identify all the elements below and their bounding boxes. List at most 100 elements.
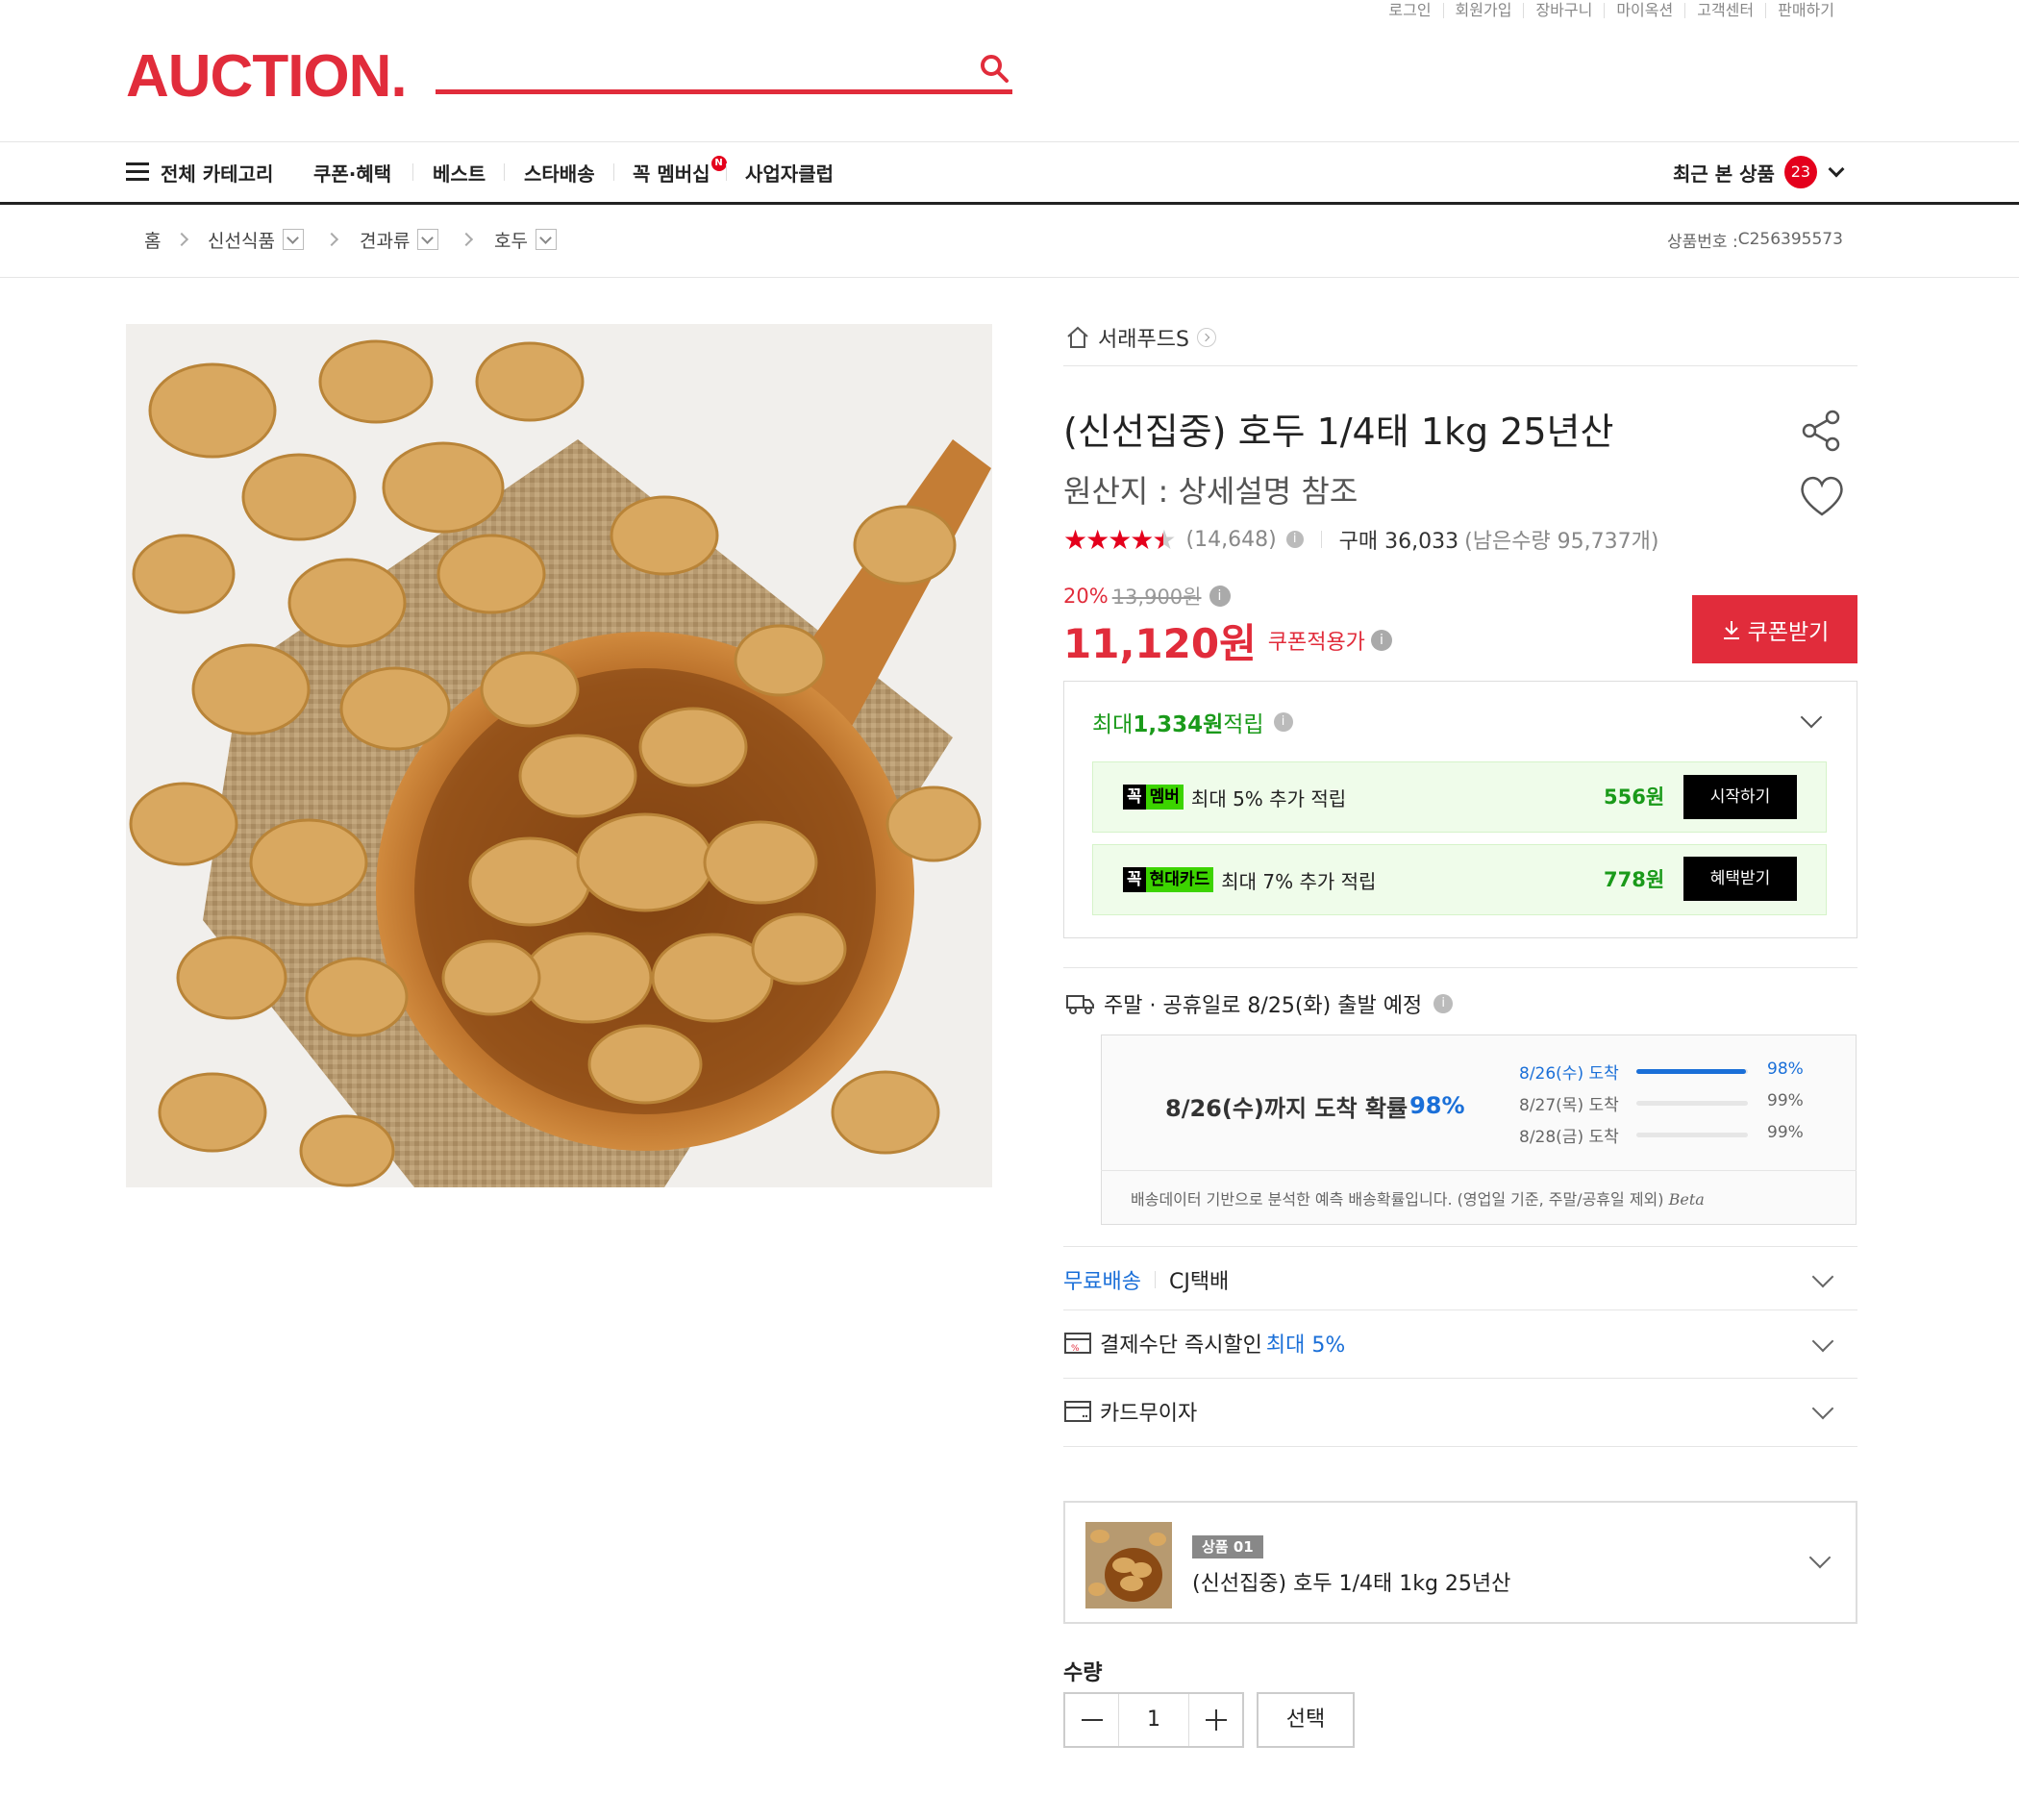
nav-membership-label: 꼭 멤버십	[633, 162, 710, 186]
points-summary[interactable]: 최대 1,334원 적립 i	[1092, 705, 1293, 739]
search-input[interactable]	[436, 50, 955, 87]
quantity-label: 수량	[1063, 1661, 1103, 1685]
chevron-down-icon	[1828, 161, 1845, 178]
recent-products-label: 최근 본 상품	[1673, 162, 1775, 186]
chevron-down-icon[interactable]	[1811, 1330, 1834, 1353]
breadcrumb-label: 호두	[494, 230, 528, 252]
delivery-note: 배송데이터 기반으로 분석한 예측 배송확률입니다. (영업일 기준, 주말/공…	[1131, 1190, 1705, 1209]
minus-icon	[1081, 1719, 1103, 1721]
discount-rate: 20%	[1063, 585, 1109, 608]
breadcrumb-home[interactable]: 홈	[144, 205, 161, 274]
arrival-bar-track	[1636, 1069, 1748, 1074]
search-bar	[436, 50, 1012, 94]
seller-link[interactable]: 서래푸드S	[1065, 322, 1216, 353]
search-icon[interactable]	[978, 52, 1010, 85]
signup-link[interactable]: 회원가입	[1442, 3, 1524, 18]
free-shipping-label: 무료배송	[1063, 1270, 1141, 1294]
arrival-bar-track	[1636, 1101, 1748, 1106]
nav-business-club[interactable]: 사업자클럽	[745, 142, 834, 202]
installment-row[interactable]: 카드무이자	[1063, 1395, 1197, 1428]
plus-icon	[1205, 1709, 1227, 1731]
info-icon[interactable]: i	[1285, 531, 1304, 548]
select-button[interactable]: 선택	[1257, 1692, 1355, 1748]
arrival-row-pct: 99%	[1767, 1091, 1804, 1110]
login-link[interactable]: 로그인	[1377, 3, 1442, 18]
credit-card-icon	[1064, 1401, 1091, 1422]
chevron-right-icon	[324, 232, 339, 247]
cart-link[interactable]: 장바구니	[1523, 3, 1604, 18]
minus-button[interactable]	[1065, 1694, 1119, 1746]
rating-row: ★★★★★ (14,648) i 구매 36,033 (남은수량 95,737개…	[1063, 523, 1659, 556]
quantity-input[interactable]: 1	[1119, 1694, 1188, 1746]
sell-link[interactable]: 판매하기	[1765, 3, 1846, 18]
dropdown-icon[interactable]	[535, 229, 557, 250]
courier-label: CJ택배	[1168, 1270, 1230, 1294]
get-coupon-button[interactable]: 쿠폰받기	[1692, 595, 1857, 663]
info-icon[interactable]: i	[1433, 994, 1454, 1013]
nav-coupon-benefit[interactable]: 쿠폰·혜택	[313, 142, 391, 202]
all-categories-label: 전체 카테고리	[161, 162, 274, 186]
start-membership-button[interactable]: 시작하기	[1683, 775, 1797, 819]
nav-best[interactable]: 베스트	[433, 142, 486, 202]
payment-discount-row[interactable]: % 결제수단 즉시할인 최대 5%	[1063, 1327, 1345, 1359]
membership-benefit-text: 꼭 멤버 최대 5% 추가 적립	[1123, 783, 1346, 811]
customer-center-link[interactable]: 고객센터	[1684, 3, 1765, 18]
breadcrumb-label: 신선식품	[208, 230, 275, 252]
breadcrumb-level-2[interactable]: 견과류	[360, 205, 439, 274]
share-icon[interactable]	[1800, 409, 1844, 453]
stock-remaining: (남은수량 95,737개)	[1464, 530, 1659, 554]
arrival-probability: 8/26(수)까지 도착 확률 98%	[1165, 1092, 1465, 1122]
card-benefit-amount: 778원	[1604, 868, 1665, 891]
dropdown-icon[interactable]	[282, 229, 304, 250]
truck-icon	[1066, 995, 1094, 1014]
recent-count-badge: 23	[1783, 156, 1817, 188]
svg-text:%: %	[1071, 1344, 1080, 1354]
breadcrumb-level-1[interactable]: 신선식품	[208, 205, 304, 274]
chevron-down-icon[interactable]	[1811, 1265, 1834, 1288]
hamburger-icon	[126, 162, 149, 182]
review-count[interactable]: (14,648)	[1186, 528, 1277, 552]
product-title: (신선집중) 호두 1/4태 1kg 25년산	[1063, 411, 1614, 453]
chevron-right-icon	[174, 232, 189, 247]
seller-name: 서래푸드S	[1098, 328, 1189, 352]
discount-card-icon: %	[1064, 1333, 1091, 1354]
info-icon[interactable]: i	[1370, 630, 1392, 651]
discount-row: 20% 13,900원 i	[1063, 583, 1231, 610]
chevron-down-icon[interactable]	[1811, 1397, 1834, 1420]
new-badge: N	[710, 156, 727, 171]
nav-membership[interactable]: 꼭 멤버십 N	[633, 142, 727, 202]
product-image[interactable]	[126, 324, 992, 1187]
info-icon[interactable]: i	[1209, 586, 1231, 607]
home-icon	[1067, 326, 1088, 348]
dropdown-icon[interactable]	[417, 229, 439, 250]
arrival-row-label: 8/28(금) 도착	[1519, 1128, 1619, 1147]
nav-star-delivery[interactable]: 스타배송	[524, 142, 595, 202]
utility-links: 로그인 회원가입 장바구니 마이옥션 고객센터 판매하기	[1377, 0, 1846, 21]
heart-icon[interactable]	[1798, 474, 1846, 518]
star-rating: ★★★★★	[1063, 523, 1177, 556]
all-categories-button[interactable]: 전체 카테고리	[126, 142, 273, 202]
info-icon[interactable]: i	[1273, 712, 1293, 732]
purchase-count: 구매 36,033	[1338, 530, 1459, 554]
option-select-box[interactable]	[1063, 1501, 1857, 1624]
beta-label: Beta	[1668, 1190, 1705, 1209]
main-navigation: 전체 카테고리 쿠폰·혜택 베스트 스타배송 꼭 멤버십 N 사업자클럽 최근 …	[0, 141, 2019, 205]
arrival-row-label: 8/26(수) 도착	[1519, 1064, 1619, 1084]
arrival-bar-track	[1636, 1133, 1748, 1137]
breadcrumb: 홈 신선식품 견과류 호두 상품번호 : C256395573	[0, 205, 2019, 278]
sale-price: 11,120원	[1063, 619, 1257, 667]
chevron-right-circle-icon	[1196, 328, 1216, 347]
shipping-option-row[interactable]: 무료배송 CJ택배	[1063, 1263, 1229, 1296]
breadcrumb-level-3[interactable]: 호두	[494, 205, 557, 274]
download-icon	[1723, 620, 1739, 639]
auction-logo[interactable]: AUCTION.	[126, 47, 408, 107]
price-row: 11,120원 쿠폰적용가 i	[1063, 613, 1392, 667]
arrival-row-label: 8/27(목) 도착	[1519, 1096, 1619, 1115]
get-card-benefit-button[interactable]: 혜택받기	[1683, 857, 1797, 901]
recent-products-button[interactable]: 최근 본 상품 23	[1673, 142, 1845, 202]
shipping-schedule: 주말 · 공휴일로 8/25(화) 출발 예정 i	[1065, 987, 1454, 1020]
product-number: 상품번호 : C256395573	[1667, 230, 1843, 252]
plus-button[interactable]	[1188, 1694, 1242, 1746]
coupon-price-label: 쿠폰적용가	[1267, 631, 1365, 655]
my-auction-link[interactable]: 마이옥션	[1604, 3, 1684, 18]
